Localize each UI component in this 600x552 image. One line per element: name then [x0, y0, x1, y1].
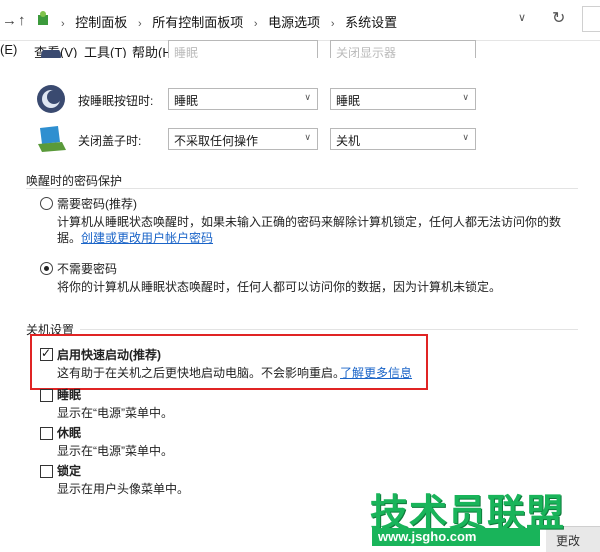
require-password-label[interactable]: 需要密码(推荐) — [57, 195, 137, 212]
watermark-url: www.jsgho.com — [372, 528, 540, 546]
lid-close-label: 关闭盖子时: — [78, 134, 142, 148]
no-password-label[interactable]: 不需要密码 — [57, 260, 117, 277]
breadcrumb-item-system-settings[interactable]: 系统设置 — [345, 15, 397, 30]
laptop-icon — [36, 124, 66, 154]
require-password-radio[interactable] — [40, 197, 53, 210]
sleep-option-label[interactable]: 睡眠 — [57, 386, 81, 403]
lock-option-desc: 显示在用户头像菜单中。 — [57, 482, 190, 496]
sleep-option-desc: 显示在“电源”菜单中。 — [57, 406, 173, 420]
chevron-down-icon: ∨ — [462, 132, 469, 142]
no-password-radio[interactable] — [40, 262, 53, 275]
divider — [26, 188, 578, 189]
forward-icon[interactable]: → — [2, 12, 17, 29]
sleep-button-plugged-select[interactable]: 睡眠 ∨ — [330, 88, 476, 110]
lid-close-battery-select[interactable]: 不采取任何操作 ∨ — [168, 128, 318, 150]
chevron-down-icon: ∨ — [304, 132, 311, 142]
lid-close-row: 关闭盖子时: 不采取任何操作 ∨ 关机 ∨ — [36, 124, 496, 154]
lid-close-plugged-select[interactable]: 关机 ∨ — [330, 128, 476, 150]
sleep-button-icon — [36, 84, 66, 114]
sleep-checkbox[interactable] — [40, 389, 53, 402]
chevron-down-icon: ∨ — [304, 92, 311, 102]
sleep-button-battery-select[interactable]: 睡眠 ∨ — [168, 88, 318, 110]
chevron-right-icon: › — [253, 18, 258, 30]
address-bar: → ↑ › 控制面板 › 所有控制面板项 › 电源选项 › 系统设置 ∨ ↻ — [0, 0, 600, 41]
breadcrumb: › 控制面板 › 所有控制面板项 › 电源选项 › 系统设置 — [54, 12, 397, 31]
hibernate-option-label[interactable]: 休眠 — [57, 424, 81, 441]
require-password-desc: 计算机从睡眠状态唤醒时，如果未输入正确的密码来解除计算机锁定，任何人都无法访问你… — [57, 215, 562, 229]
up-icon[interactable]: ↑ — [18, 12, 26, 29]
divider — [80, 329, 578, 330]
lock-checkbox[interactable] — [40, 465, 53, 478]
chevron-right-icon: › — [137, 18, 142, 30]
refresh-icon[interactable]: ↻ — [552, 8, 565, 28]
breadcrumb-item-control-panel[interactable]: 控制面板 — [75, 15, 127, 30]
search-input[interactable] — [582, 6, 600, 32]
breadcrumb-item-all-items[interactable]: 所有控制面板项 — [152, 15, 243, 30]
control-panel-icon — [36, 10, 50, 26]
menu-item-edit[interactable]: (E) — [0, 42, 17, 57]
hibernate-option-desc: 显示在“电源”菜单中。 — [57, 444, 173, 458]
lock-option-label[interactable]: 锁定 — [57, 462, 81, 479]
hibernate-checkbox[interactable] — [40, 427, 53, 440]
chevron-right-icon: › — [61, 18, 65, 30]
require-password-desc-cont: 据。 — [57, 231, 82, 245]
highlight-box — [30, 334, 428, 390]
chevron-down-icon: ∨ — [462, 92, 469, 102]
password-section-title: 唤醒时的密码保护 — [26, 174, 123, 188]
breadcrumb-item-power-options[interactable]: 电源选项 — [268, 15, 320, 30]
sleep-button-label: 按睡眠按钮时: — [78, 94, 154, 108]
chevron-right-icon: › — [330, 18, 335, 30]
sleep-button-row: 按睡眠按钮时: 睡眠 ∨ 睡眠 ∨ — [36, 84, 496, 114]
address-dropdown-icon[interactable]: ∨ — [518, 11, 526, 24]
no-password-desc: 将你的计算机从睡眠状态唤醒时，任何人都可以访问你的数据，因为计算机未锁定。 — [57, 280, 502, 294]
create-password-link[interactable]: 创建或更改用户帐户密码 — [81, 229, 213, 246]
